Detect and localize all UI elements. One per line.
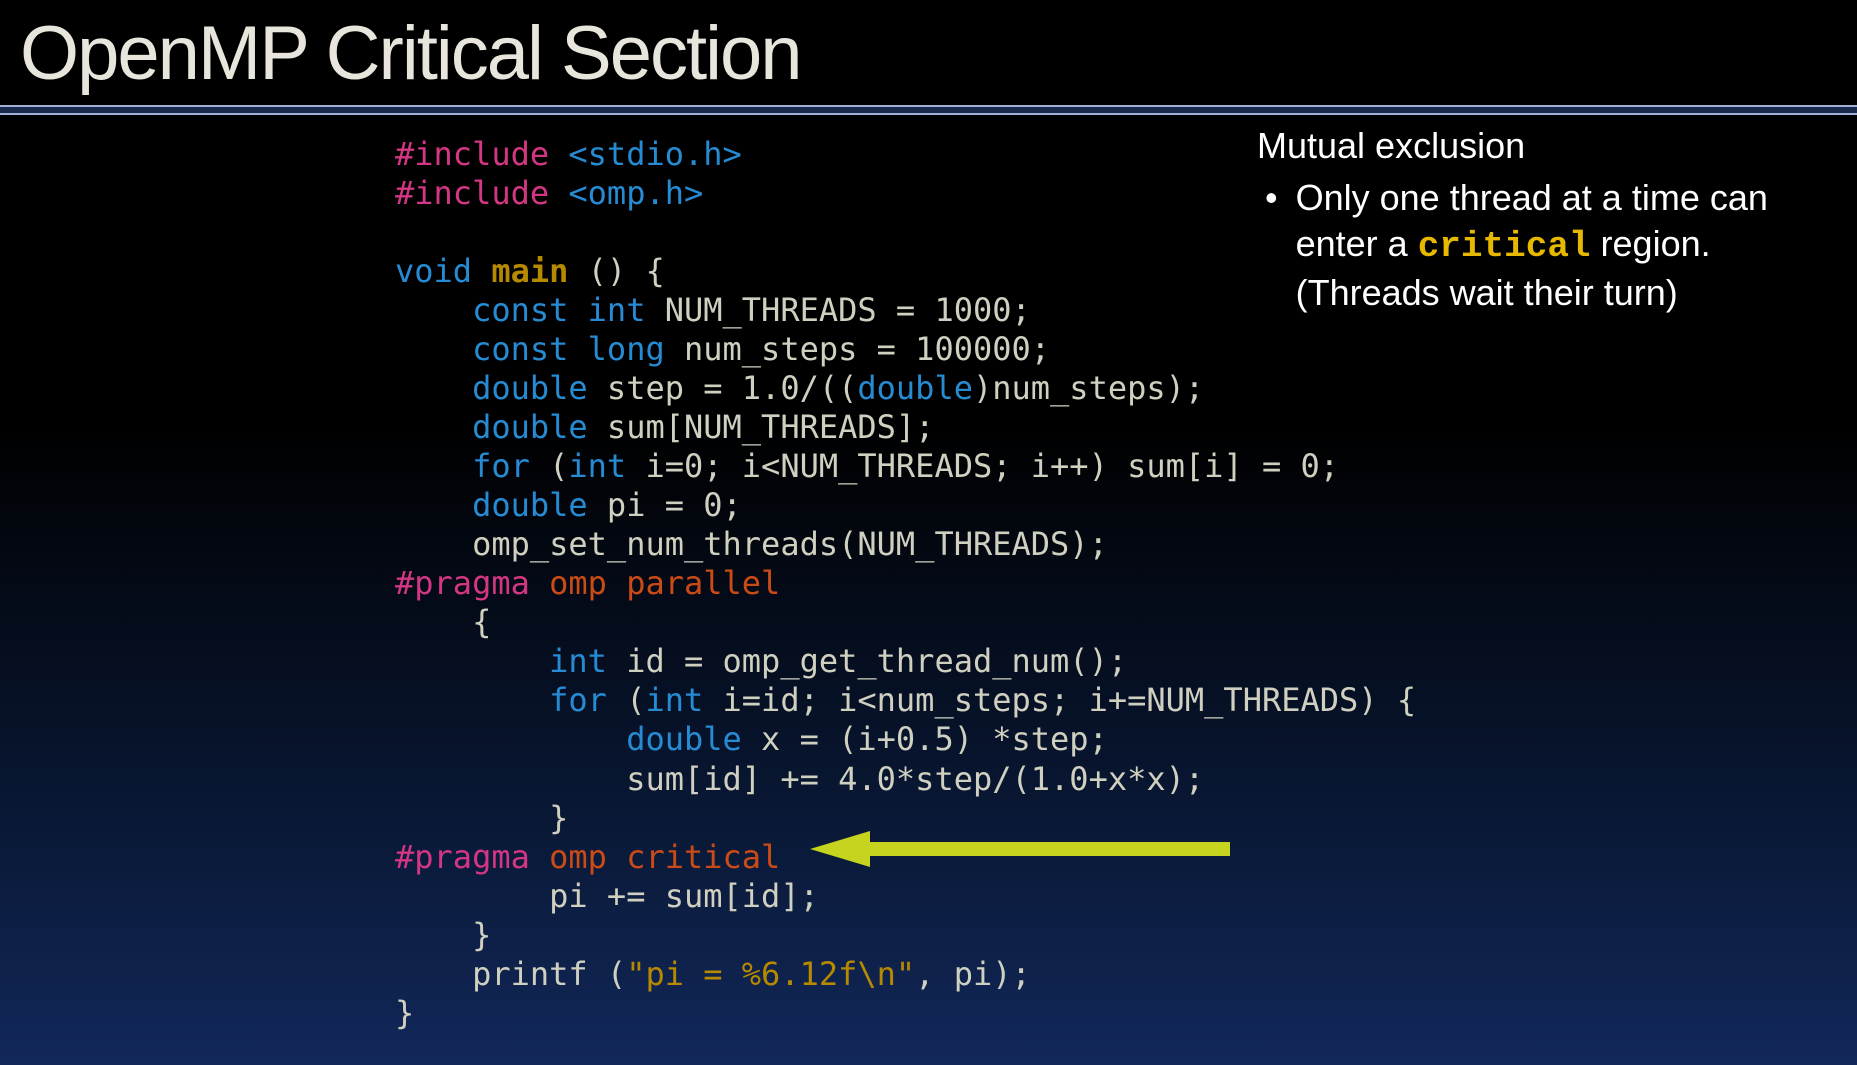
code-token: }	[395, 916, 491, 954]
code-token: "pi = %6.12f\n"	[626, 955, 915, 993]
code-token: #include	[395, 174, 549, 212]
code-token: }	[395, 994, 414, 1032]
code-token: x = (i+0.5) *step;	[742, 720, 1108, 758]
code-token: {	[395, 603, 491, 641]
code-token: double	[395, 720, 742, 758]
code-token: sum[id] += 4.0*step/(1.0+x*x);	[395, 760, 1204, 798]
bullet-text: Only one thread at a time can enter a cr…	[1296, 175, 1817, 316]
code-token: (	[607, 681, 646, 719]
code-token: int	[395, 642, 607, 680]
code-token: () {	[568, 252, 664, 290]
code-token: double	[395, 486, 588, 524]
code-token: omp critical	[530, 838, 780, 876]
code-token: const int	[395, 291, 645, 329]
code-token: #include	[395, 135, 549, 173]
code-token: pi += sum[id];	[395, 877, 819, 915]
explanation-panel: Mutual exclusion • Only one thread at a …	[1257, 123, 1817, 316]
code-token: double	[395, 408, 588, 446]
slide: OpenMP Critical Section #include <stdio.…	[0, 0, 1857, 1065]
code-token: (	[530, 447, 569, 485]
code-token: main	[472, 252, 568, 290]
code-token: omp_set_num_threads(NUM_THREADS);	[395, 525, 1108, 563]
code-token: double	[395, 369, 588, 407]
bullet-text-keyword: critical	[1418, 226, 1591, 267]
code-token: <stdio.h>	[549, 135, 742, 173]
code-token: int	[645, 681, 703, 719]
code-token: NUM_THREADS = 1000;	[645, 291, 1030, 329]
code-token: for	[395, 681, 607, 719]
code-token: for	[395, 447, 530, 485]
code-token: const long	[395, 330, 665, 368]
code-token: step = 1.0/((	[588, 369, 858, 407]
code-token: printf (	[395, 955, 626, 993]
code-token: <omp.h>	[549, 174, 703, 212]
bullet-dot-icon: •	[1257, 175, 1296, 316]
code-token: sum[NUM_THREADS];	[588, 408, 935, 446]
code-token: i=0; i<NUM_THREADS; i++) sum[i] = 0;	[626, 447, 1339, 485]
slide-content: #include <stdio.h> #include <omp.h> void…	[0, 115, 1857, 1033]
code-token: id = omp_get_thread_num();	[607, 642, 1127, 680]
code-token: i=id; i<num_steps; i+=NUM_THREADS) {	[703, 681, 1416, 719]
explanation-bullet: • Only one thread at a time can enter a …	[1257, 175, 1817, 316]
code-token: omp parallel	[530, 564, 780, 602]
code-token: #pragma	[395, 838, 530, 876]
code-token: int	[568, 447, 626, 485]
code-token: , pi);	[915, 955, 1031, 993]
code-token: void	[395, 252, 472, 290]
slide-title: OpenMP Critical Section	[0, 0, 1857, 97]
explanation-heading: Mutual exclusion	[1257, 123, 1817, 169]
code-token: )num_steps);	[973, 369, 1204, 407]
code-token: }	[395, 799, 568, 837]
code-token: num_steps = 100000;	[665, 330, 1050, 368]
code-token: #pragma	[395, 564, 530, 602]
code-token: double	[857, 369, 973, 407]
code-token: pi = 0;	[588, 486, 742, 524]
title-divider	[0, 105, 1857, 115]
